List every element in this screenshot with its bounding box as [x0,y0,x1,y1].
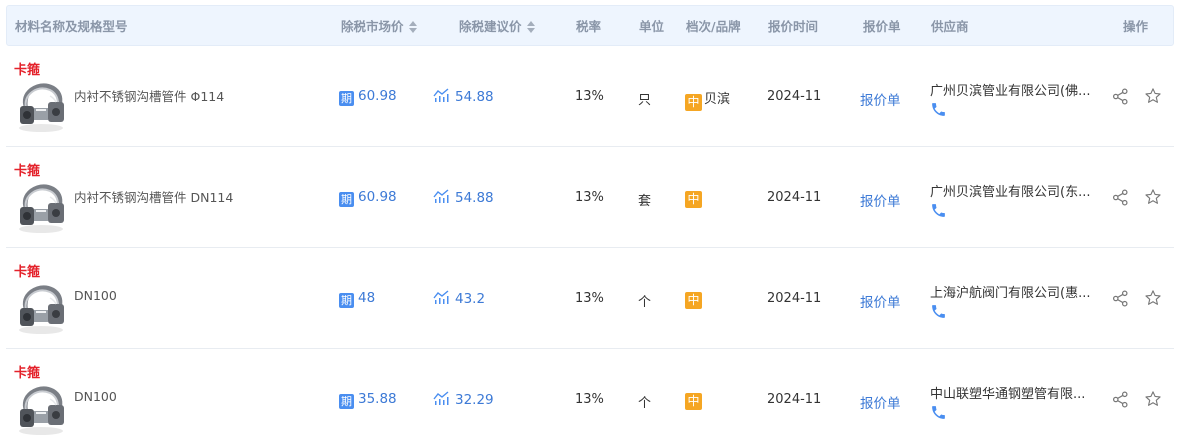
header-quote-sheet: 报价单 [863,19,901,34]
tax-rate: 13% [575,89,604,104]
period-badge: 期 [339,91,354,106]
grade-badge: 中 [685,191,702,208]
tax-rate: 13% [575,190,604,205]
suggested-price[interactable]: 54.88 [433,88,494,105]
trend-icon [433,290,449,304]
period-badge: 期 [339,293,354,308]
trend-icon [433,189,449,203]
table-row: 卡箍 内衬不锈钢沟槽管件 DN114 期 60.98 54.88 13% 套 中… [6,147,1174,248]
header-grade-brand: 档次/品牌 [686,19,741,34]
market-price-value: 48 [358,290,376,306]
grade-badge: 中 [685,292,702,309]
quote-date: 2024-11 [767,392,822,407]
share-icon[interactable] [1112,391,1129,408]
brand-name: 贝滨 [704,92,731,107]
supplier-name[interactable]: 中山联塑华通钢塑管有限... [930,383,1094,402]
period-badge: 期 [339,394,354,409]
unit: 个 [638,396,652,411]
header-supplier: 供应商 [931,19,969,34]
period-badge: 期 [339,192,354,207]
header-unit: 单位 [639,19,665,34]
header-market-price-label: 除税市场价 [341,19,404,34]
suggested-price[interactable]: 43.2 [433,290,485,307]
suggested-price-value: 43.2 [455,291,486,307]
header-name: 材料名称及规格型号 [15,19,128,34]
product-thumbnail[interactable] [14,381,68,437]
product-name[interactable]: 内衬不锈钢沟槽管件 DN114 [74,187,233,206]
market-price[interactable]: 期 60.98 [339,189,397,207]
trend-icon [433,88,449,102]
phone-icon[interactable] [930,404,947,421]
header-actions: 操作 [1123,19,1149,34]
product-thumbnail[interactable] [14,179,68,235]
suggested-price-value: 32.29 [455,392,494,408]
material-category[interactable]: 卡箍 [14,160,40,179]
product-name[interactable]: 内衬不锈钢沟槽管件 Φ114 [74,86,224,105]
unit: 只 [638,93,652,108]
grade-brand: 中贝滨 [685,88,730,111]
suggested-price[interactable]: 54.88 [433,189,494,206]
grade-brand: 中 [685,189,704,208]
phone-icon[interactable] [930,202,947,219]
market-price[interactable]: 期 48 [339,290,375,308]
header-quote-time: 报价时间 [768,19,819,34]
market-price[interactable]: 期 60.98 [339,88,397,106]
table-row: 卡箍 内衬不锈钢沟槽管件 Φ114 期 60.98 54.88 13% 只 中 … [6,46,1174,147]
star-icon[interactable] [1144,390,1162,408]
grade-brand: 中 [685,290,704,309]
phone-icon[interactable] [930,101,947,118]
market-price[interactable]: 期 35.88 [339,391,397,409]
suggested-price-value: 54.88 [455,190,494,206]
product-name[interactable]: DN100 [74,288,117,303]
star-icon[interactable] [1144,87,1162,105]
tax-rate: 13% [575,291,604,306]
supplier-name[interactable]: 广州贝滨管业有限公司(佛... [930,80,1094,99]
share-icon[interactable] [1112,189,1129,206]
unit: 个 [638,295,652,310]
suggested-price[interactable]: 32.29 [433,391,494,408]
share-icon[interactable] [1112,290,1129,307]
supplier-name[interactable]: 广州贝滨管业有限公司(东... [930,181,1094,200]
product-name[interactable]: DN100 [74,389,117,404]
material-category[interactable]: 卡箍 [14,59,40,78]
suggested-price-value: 54.88 [455,89,494,105]
sort-icon[interactable] [526,20,536,33]
market-price-value: 35.88 [358,391,397,407]
product-thumbnail[interactable] [14,280,68,336]
header-suggested-price-label: 除税建议价 [459,19,522,34]
material-category[interactable]: 卡箍 [14,362,40,381]
unit: 套 [638,194,652,209]
header-market-price[interactable]: 除税市场价 [341,6,418,47]
quote-date: 2024-11 [767,190,822,205]
quote-sheet-link[interactable]: 报价单 [860,89,901,109]
supplier-name[interactable]: 上海沪航阀门有限公司(惠... [930,282,1094,301]
quote-sheet-link[interactable]: 报价单 [860,190,901,210]
table-body: 卡箍 内衬不锈钢沟槽管件 Φ114 期 60.98 54.88 13% 只 中 … [6,46,1174,446]
table-header: 材料名称及规格型号 除税市场价 除税建议价 税率 单位 档次/品牌 报价时间 报… [6,5,1174,46]
grade-badge: 中 [685,393,702,410]
grade-badge: 中 [685,94,702,111]
quote-sheet-link[interactable]: 报价单 [860,392,901,412]
market-price-value: 60.98 [358,189,397,205]
tax-rate: 13% [575,392,604,407]
phone-icon[interactable] [930,303,947,320]
header-tax-rate: 税率 [576,19,602,34]
product-thumbnail[interactable] [14,78,68,134]
quote-date: 2024-11 [767,291,822,306]
material-price-table: 材料名称及规格型号 除税市场价 除税建议价 税率 单位 档次/品牌 报价时间 报… [6,5,1174,446]
table-row: 卡箍 DN100 期 48 43.2 13% 个 中 2024-11 报价单 上… [6,248,1174,349]
material-category[interactable]: 卡箍 [14,261,40,280]
header-suggested-price[interactable]: 除税建议价 [459,6,536,47]
star-icon[interactable] [1144,289,1162,307]
grade-brand: 中 [685,391,704,410]
quote-date: 2024-11 [767,89,822,104]
star-icon[interactable] [1144,188,1162,206]
market-price-value: 60.98 [358,88,397,104]
sort-icon[interactable] [408,20,418,33]
table-row: 卡箍 DN100 期 35.88 32.29 13% 个 中 2024-11 报… [6,349,1174,446]
trend-icon [433,391,449,405]
share-icon[interactable] [1112,88,1129,105]
quote-sheet-link[interactable]: 报价单 [860,291,901,311]
